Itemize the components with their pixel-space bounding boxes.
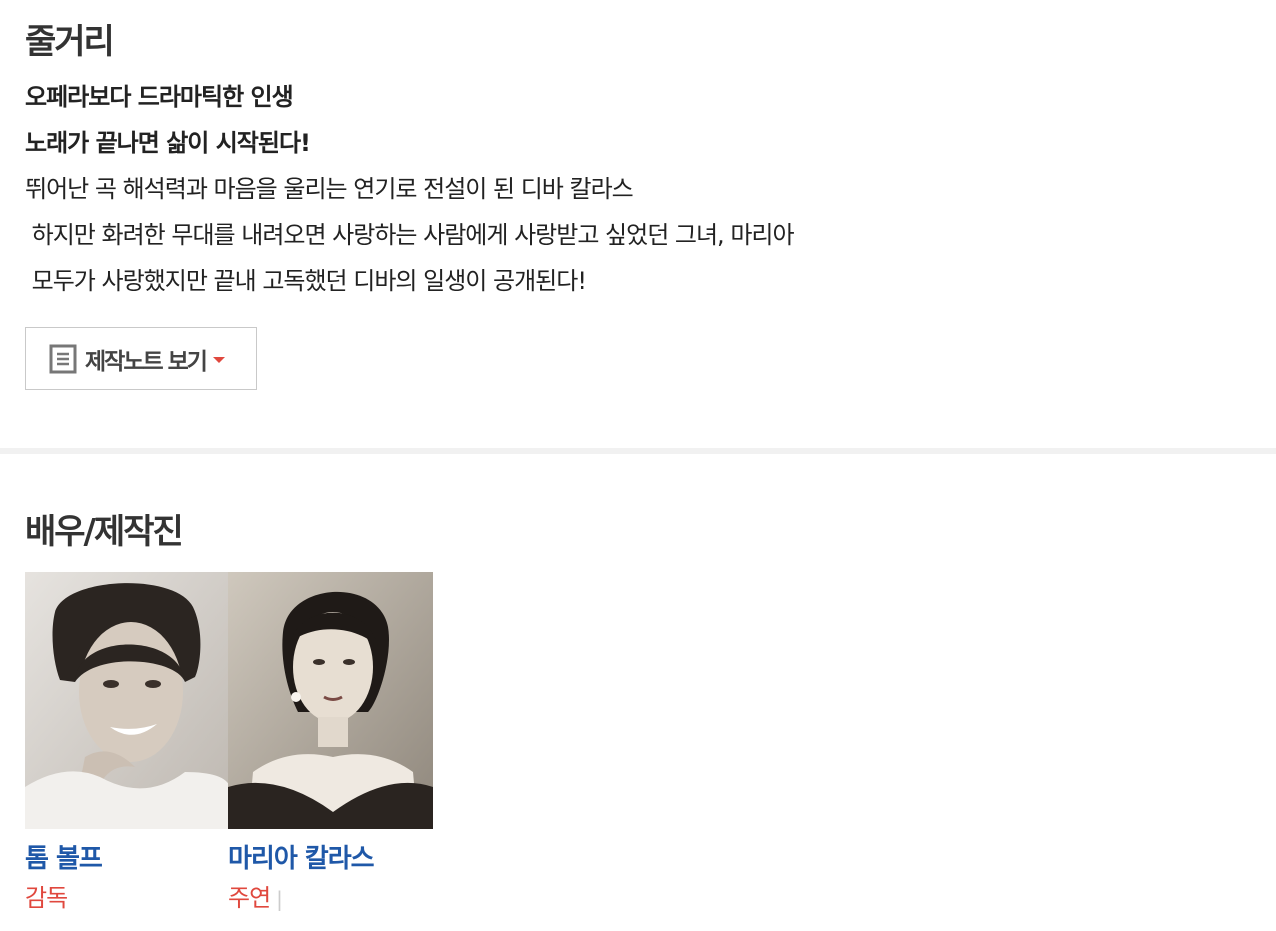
man-portrait-photo[interactable] — [25, 572, 230, 829]
synopsis-line: 하지만 화려한 무대를 내려오면 사랑하는 사람에게 사랑받고 싶었던 그녀, … — [25, 221, 795, 249]
cast-role-label: 주연 — [228, 884, 271, 912]
caret-down-icon — [212, 357, 225, 363]
synopsis-line: 뛰어난 곡 해석력과 마음을 울리는 연기로 전설이 된 디바 칼라스 — [25, 175, 634, 203]
production-note-label: 제작노트 보기 — [85, 348, 208, 375]
synopsis-line: 모두가 사랑했지만 끝내 고독했던 디바의 일생이 공개된다! — [25, 267, 587, 295]
synopsis-text: 오페라보다 드라마틱한 인생 노래가 끝나면 삶이 시작된다! 뛰어난 곡 해석… — [25, 74, 795, 304]
separator: | — [276, 887, 283, 911]
cast-member[interactable]: 톰 볼프 감독 — [25, 572, 230, 912]
cast-title: 배우/제작진 — [25, 512, 184, 552]
cast-role: 감독 — [25, 878, 68, 913]
cast-name[interactable]: 톰 볼프 — [25, 838, 103, 875]
cast-member[interactable]: 마리아 칼라스 주연 | — [228, 572, 433, 912]
cast-role-label: 감독 — [25, 884, 68, 912]
section-divider — [0, 448, 1276, 454]
cast-name[interactable]: 마리아 칼라스 — [228, 838, 375, 875]
production-note-button[interactable]: 제작노트 보기 — [25, 327, 257, 390]
cast-list: 톰 볼프 감독 마리아 칼라스 주연 | — [25, 572, 445, 912]
synopsis-line: 오페라보다 드라마틱한 인생 — [25, 83, 294, 111]
document-icon — [49, 344, 77, 373]
woman-portrait-photo[interactable] — [228, 572, 433, 829]
cast-role: 주연 | — [228, 878, 283, 913]
synopsis-line: 노래가 끝나면 삶이 시작된다! — [25, 129, 311, 157]
synopsis-title: 줄거리 — [25, 22, 115, 62]
